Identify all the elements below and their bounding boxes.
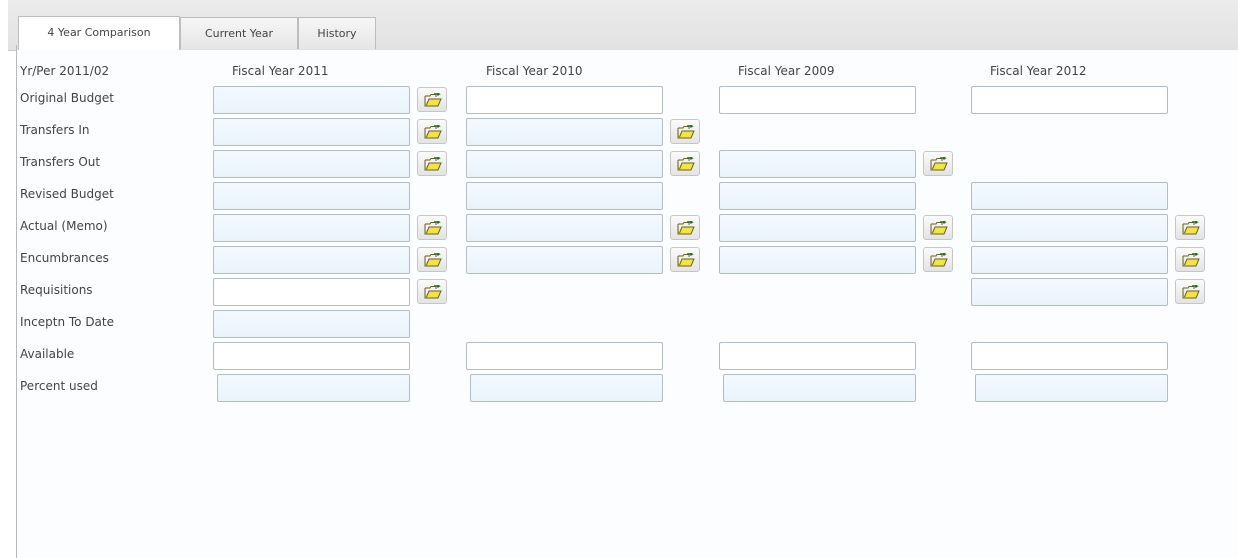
tab-history[interactable]: History (298, 17, 376, 49)
row-label-inceptn-to-date: Inceptn To Date (20, 315, 114, 329)
transfers-out-fy-2011-field[interactable] (213, 150, 410, 178)
original-budget-fy-2011-lookup-button[interactable] (417, 87, 447, 112)
row-label-original-budget: Original Budget (20, 91, 114, 105)
transfers-in-fy-2011-field[interactable] (213, 118, 410, 146)
folder-open-icon (1182, 253, 1200, 267)
percent-used-fy-2012-field[interactable] (975, 374, 1168, 402)
actual-memo-fy-2009-field[interactable] (719, 214, 916, 242)
encumbrances-fy-2011-lookup-button[interactable] (417, 247, 447, 272)
encumbrances-fy-2011-field[interactable] (213, 246, 410, 274)
revised-budget-fy-2010-field[interactable] (466, 182, 663, 210)
row-label-transfers-out: Transfers Out (20, 155, 101, 169)
folder-open-icon (677, 125, 695, 139)
revised-budget-fy-2009-field[interactable] (719, 182, 916, 210)
column-header-fy-2011: Fiscal Year 2011 (232, 64, 329, 78)
original-budget-fy-2011-field[interactable] (213, 86, 410, 114)
original-budget-fy-2012-field[interactable] (971, 86, 1168, 114)
transfers-out-fy-2010-field[interactable] (466, 150, 663, 178)
requisitions-fy-2012-lookup-button[interactable] (1175, 279, 1205, 304)
row-label-revised-budget: Revised Budget (20, 187, 114, 201)
encumbrances-fy-2012-lookup-button[interactable] (1175, 247, 1205, 272)
actual-memo-fy-2012-field[interactable] (971, 214, 1168, 242)
transfers-in-fy-2011-lookup-button[interactable] (417, 119, 447, 144)
available-fy-2012-field[interactable] (971, 342, 1168, 370)
folder-open-icon (677, 157, 695, 171)
folder-open-icon (424, 221, 442, 235)
encumbrances-fy-2010-lookup-button[interactable] (670, 247, 700, 272)
actual-memo-fy-2010-lookup-button[interactable] (670, 215, 700, 240)
encumbrances-fy-2010-field[interactable] (466, 246, 663, 274)
row-label-transfers-in: Transfers In (20, 123, 90, 137)
column-header-fy-2010: Fiscal Year 2010 (486, 64, 583, 78)
available-fy-2009-field[interactable] (719, 342, 916, 370)
actual-memo-fy-2011-field[interactable] (213, 214, 410, 242)
column-header-fy-2009: Fiscal Year 2009 (738, 64, 835, 78)
percent-used-fy-2010-field[interactable] (470, 374, 663, 402)
actual-memo-fy-2012-lookup-button[interactable] (1175, 215, 1205, 240)
row-label-requisitions: Requisitions (20, 283, 93, 297)
requisitions-fy-2011-field[interactable] (213, 278, 410, 306)
tab-4-year-comparison[interactable]: 4 Year Comparison (18, 16, 180, 50)
folder-open-icon (1182, 285, 1200, 299)
actual-memo-fy-2009-lookup-button[interactable] (923, 215, 953, 240)
row-label-percent-used: Percent used (20, 379, 98, 393)
period-label: Yr/Per 2011/02 (20, 64, 110, 78)
folder-open-icon (424, 157, 442, 171)
folder-open-icon (424, 253, 442, 267)
folder-open-icon (424, 125, 442, 139)
tab-current-year[interactable]: Current Year (180, 17, 298, 49)
tab-bar: 4 Year Comparison Current Year History (8, 0, 1238, 51)
transfers-out-fy-2010-lookup-button[interactable] (670, 151, 700, 176)
row-label-available: Available (20, 347, 75, 361)
original-budget-fy-2009-field[interactable] (719, 86, 916, 114)
percent-used-fy-2009-field[interactable] (723, 374, 916, 402)
row-label-actual-memo: Actual (Memo) (20, 219, 108, 233)
encumbrances-fy-2009-field[interactable] (719, 246, 916, 274)
transfers-out-fy-2009-field[interactable] (719, 150, 916, 178)
inceptn-to-date-fy-2011-field[interactable] (213, 310, 410, 338)
requisitions-fy-2012-field[interactable] (971, 278, 1168, 306)
actual-memo-fy-2010-field[interactable] (466, 214, 663, 242)
transfers-in-fy-2010-field[interactable] (466, 118, 663, 146)
folder-open-icon (424, 93, 442, 107)
available-fy-2011-field[interactable] (213, 342, 410, 370)
original-budget-fy-2010-field[interactable] (466, 86, 663, 114)
transfers-out-fy-2009-lookup-button[interactable] (923, 151, 953, 176)
folder-open-icon (1182, 221, 1200, 235)
revised-budget-fy-2012-field[interactable] (971, 182, 1168, 210)
requisitions-fy-2011-lookup-button[interactable] (417, 279, 447, 304)
folder-open-icon (677, 221, 695, 235)
folder-open-icon (930, 253, 948, 267)
encumbrances-fy-2012-field[interactable] (971, 246, 1168, 274)
actual-memo-fy-2011-lookup-button[interactable] (417, 215, 447, 240)
percent-used-fy-2011-field[interactable] (217, 374, 410, 402)
revised-budget-fy-2011-field[interactable] (213, 182, 410, 210)
available-fy-2010-field[interactable] (466, 342, 663, 370)
row-label-encumbrances: Encumbrances (20, 251, 109, 265)
column-header-fy-2012: Fiscal Year 2012 (990, 64, 1087, 78)
transfers-out-fy-2011-lookup-button[interactable] (417, 151, 447, 176)
folder-open-icon (424, 285, 442, 299)
folder-open-icon (677, 253, 695, 267)
folder-open-icon (930, 221, 948, 235)
transfers-in-fy-2010-lookup-button[interactable] (670, 119, 700, 144)
encumbrances-fy-2009-lookup-button[interactable] (923, 247, 953, 272)
folder-open-icon (930, 157, 948, 171)
